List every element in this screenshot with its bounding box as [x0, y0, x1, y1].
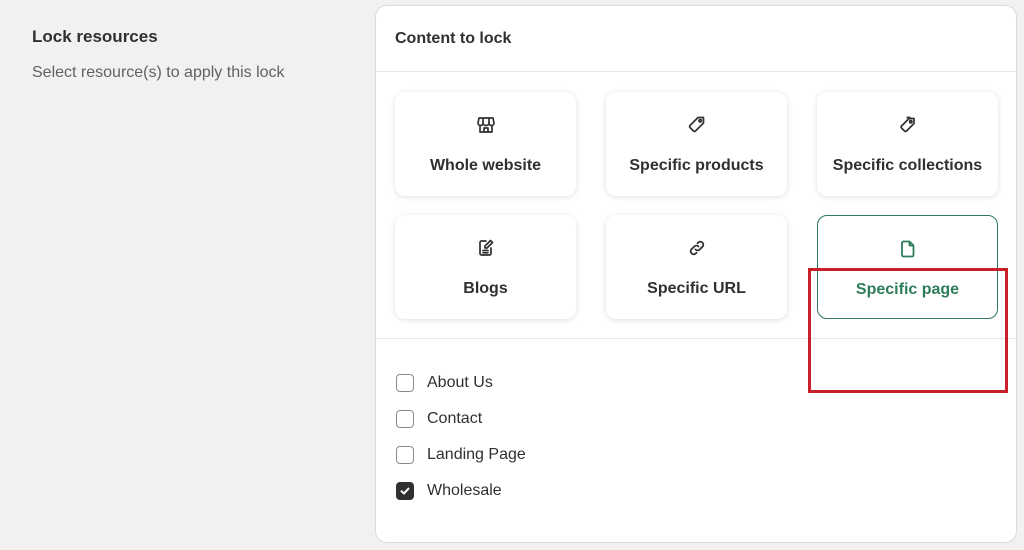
option-label: Specific collections: [832, 157, 983, 174]
option-label: Blogs: [463, 280, 508, 297]
checkmark-icon: [400, 487, 410, 495]
option-label: Specific URL: [647, 280, 746, 297]
section-description: Select resource(s) to apply this lock: [32, 64, 285, 81]
page-option-contact[interactable]: Contact: [396, 401, 1016, 437]
section-title: Lock resources: [32, 27, 158, 46]
checkbox-label: Wholesale: [427, 482, 502, 499]
option-label: Specific products: [629, 157, 764, 174]
option-whole-website[interactable]: Whole website: [395, 92, 576, 196]
content-to-lock-card: Content to lock Whole website Specific p…: [375, 5, 1017, 543]
link-icon: [686, 237, 708, 259]
lock-type-options: Whole website Specific products Specific…: [376, 72, 1016, 393]
checkbox[interactable]: [396, 410, 414, 428]
section-info: Lock resources Select resource(s) to app…: [32, 26, 352, 84]
tags-icon: [897, 114, 919, 136]
store-icon: [475, 114, 497, 136]
checkbox-label: Contact: [427, 410, 483, 427]
card-title: Content to lock: [395, 29, 512, 47]
checkbox[interactable]: [396, 374, 414, 392]
option-specific-url[interactable]: Specific URL: [606, 215, 787, 319]
option-label: Whole website: [429, 157, 542, 174]
checkbox-checked[interactable]: [396, 482, 414, 500]
page-option-wholesale[interactable]: Wholesale: [396, 473, 1016, 509]
tag-icon: [686, 114, 708, 136]
page-option-landing-page[interactable]: Landing Page: [396, 437, 1016, 473]
page-option-about-us[interactable]: About Us: [396, 365, 1016, 401]
checkbox-label: Landing Page: [427, 446, 526, 463]
checkbox[interactable]: [396, 446, 414, 464]
card-header: Content to lock: [376, 6, 1016, 72]
page-icon: [897, 238, 919, 260]
option-specific-collections[interactable]: Specific collections: [817, 92, 998, 196]
page-checkbox-list: About Us Contact Landing Page Wholesale: [376, 339, 1016, 509]
option-specific-products[interactable]: Specific products: [606, 92, 787, 196]
checkbox-label: About Us: [427, 374, 493, 391]
option-specific-page[interactable]: Specific page: [817, 215, 998, 319]
option-blogs[interactable]: Blogs: [395, 215, 576, 319]
option-label: Specific page: [855, 281, 960, 298]
edit-document-icon: [475, 237, 497, 259]
